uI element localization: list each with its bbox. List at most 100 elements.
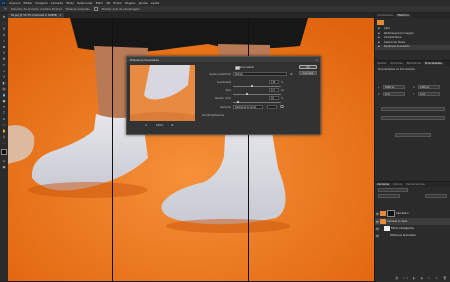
menu-help[interactable]: Ajuda	[151, 1, 160, 5]
app-logo-icon[interactable]: Ps	[1, 0, 6, 6]
menu-window[interactable]: Janela	[139, 1, 148, 5]
noise-slider-handle[interactable]	[237, 100, 239, 103]
menu-type[interactable]: Texto	[66, 1, 74, 5]
filter-mask-thumbnail	[384, 226, 390, 231]
foreground-color-swatch[interactable]	[1, 149, 7, 155]
move-tool-icon[interactable]: ✥	[2, 15, 6, 19]
document-tab-label: Pé.jpg @ 33,3% (Camada 0, RGB/8)	[11, 14, 58, 17]
radius-slider-handle[interactable]	[246, 92, 248, 95]
eraser-tool-icon[interactable]: ◧	[2, 81, 6, 85]
menu-3d[interactable]: 3D	[106, 1, 110, 5]
lasso-tool-icon[interactable]: ʘ	[2, 27, 6, 31]
y-input[interactable]: 0 px	[418, 92, 440, 96]
layer-filter-select[interactable]	[378, 188, 408, 192]
cancel-button[interactable]: Cancelar	[299, 71, 317, 75]
noise-input[interactable]: 10	[269, 96, 279, 100]
properties-field[interactable]	[381, 107, 445, 111]
properties-field[interactable]	[381, 116, 445, 120]
smart-filters-row[interactable]: 👁 Filtros Inteligentes	[375, 225, 450, 232]
marquee-tool-icon[interactable]: ⬚	[2, 21, 6, 25]
path-select-icon[interactable]: ➤	[2, 117, 6, 121]
menu-plugins[interactable]: Plugins	[125, 1, 136, 5]
menu-file[interactable]: Arquivo	[9, 1, 20, 5]
tab-layers[interactable]: Camadas	[375, 183, 392, 186]
quick-mask-icon[interactable]: ◎	[2, 159, 6, 163]
menu-select[interactable]: Selecionar	[77, 1, 93, 5]
zoom-out-icon[interactable]: ⊖	[145, 123, 149, 127]
layer-name: Camada 1	[396, 212, 409, 215]
width-input[interactable]: 1000 px	[383, 85, 405, 89]
smart-filter-item[interactable]: 👁 Diferença Suavizada	[375, 232, 450, 239]
properties-panel: Ajustes Amostras Bibliotecas Propriedade…	[374, 60, 450, 181]
brush-tool-icon[interactable]: ✏	[2, 63, 6, 67]
smart-filter-name: Diferença Suavizada	[390, 234, 416, 237]
amount-slider[interactable]	[233, 85, 281, 87]
sampling-ring-checkbox[interactable]	[93, 7, 98, 11]
menu-layer[interactable]: Camada	[51, 1, 63, 5]
type-tool-icon[interactable]: T	[2, 111, 6, 115]
height-input[interactable]: 1000 px	[418, 85, 440, 89]
tab-swatches[interactable]: Amostras	[388, 62, 404, 65]
eyedropper-icon[interactable]: ✎	[4, 7, 7, 11]
layer-row[interactable]: 👁 Camada 0 cópia	[375, 218, 450, 225]
blur-tool-icon[interactable]: 💧	[2, 93, 6, 97]
visibility-eye-icon[interactable]: 👁	[375, 234, 380, 238]
history-brush-icon[interactable]: ↺	[2, 75, 6, 79]
rectangle-tool-icon[interactable]: ▭	[2, 123, 6, 127]
quick-select-icon[interactable]: ⊘	[2, 33, 6, 37]
tab-history[interactable]: Histórico	[395, 14, 411, 17]
close-icon[interactable]: ×	[59, 14, 61, 17]
frame-tool-icon[interactable]: ⊠	[2, 45, 6, 49]
radius-input[interactable]: 4,3	[269, 88, 279, 92]
filter-preview[interactable]	[130, 65, 195, 121]
preset-select[interactable]: Padrão	[233, 72, 287, 76]
close-icon[interactable]: ×	[315, 58, 318, 62]
more-tools-icon[interactable]: ⋯	[2, 141, 6, 145]
visibility-eye-icon[interactable]: 👁	[375, 227, 380, 231]
layer-row[interactable]: 👁 Camada 1	[375, 210, 450, 217]
gradient-tool-icon[interactable]: ▤	[2, 87, 6, 91]
crop-tool-icon[interactable]: ⌗	[2, 39, 6, 43]
tab-paths[interactable]: Demarcadores	[404, 183, 427, 186]
opacity-input[interactable]	[425, 194, 447, 198]
sample-layers-select[interactable]: Todas as Camadas	[66, 8, 90, 11]
properties-button[interactable]	[395, 133, 431, 137]
history-snapshot-thumb[interactable]	[377, 20, 384, 25]
guide-line[interactable]	[112, 18, 113, 281]
tab-libraries[interactable]: Bibliotecas	[405, 62, 423, 65]
zoom-in-icon[interactable]: ⊕	[171, 123, 175, 127]
angle-input[interactable]	[267, 105, 277, 109]
tab-channels[interactable]: Canais	[391, 183, 404, 186]
zoom-tool-icon[interactable]: ⚲	[2, 135, 6, 139]
preset-label: Ajuste predefinido	[209, 73, 231, 76]
x-input[interactable]: 0 px	[383, 92, 405, 96]
menu-edit[interactable]: Editar	[23, 1, 32, 5]
amount-input[interactable]: 132	[269, 80, 279, 84]
radius-slider[interactable]	[233, 93, 281, 95]
radius-label: Raio	[225, 89, 231, 92]
amount-slider-handle[interactable]	[251, 84, 253, 87]
remove-select[interactable]: Desfoque de lente	[233, 105, 263, 109]
noise-slider[interactable]	[233, 101, 281, 103]
tab-properties[interactable]: Propriedades	[422, 62, 444, 65]
layers-footer-icons[interactable]: ⛓ fx ◐ ◑ ▭ ＋ 🗑	[395, 276, 448, 280]
blend-mode-select[interactable]	[378, 194, 400, 198]
screen-mode-icon[interactable]: ▣	[2, 165, 6, 169]
gear-icon[interactable]: ⚙	[290, 72, 293, 76]
healing-brush-icon[interactable]: ✚	[2, 57, 6, 61]
history-item[interactable]: ▪ Desfoque Suavizado	[375, 45, 450, 50]
eyedropper-tool-icon[interactable]: ✎	[2, 51, 6, 55]
menu-image[interactable]: Imagem	[35, 1, 47, 5]
ok-button[interactable]: OK	[299, 65, 317, 69]
shadows-highlights-toggle[interactable]: Sombras/Realces	[202, 114, 224, 117]
menu-filter[interactable]: Filtro	[96, 1, 103, 5]
tab-adjustments[interactable]: Ajustes	[375, 62, 388, 65]
tab-comments[interactable]: Comentários	[375, 14, 396, 17]
clone-stamp-icon[interactable]: ⊥	[2, 69, 6, 73]
angle-dial-icon[interactable]	[280, 104, 284, 108]
hand-tool-icon[interactable]: ✋	[2, 129, 6, 133]
sample-size-select[interactable]: Tamanho da Amostra: Amostra Pontual	[11, 8, 62, 11]
dodge-tool-icon[interactable]: ●	[2, 99, 6, 103]
pen-tool-icon[interactable]: ✒	[2, 105, 6, 109]
menu-view[interactable]: Exibir	[113, 1, 121, 5]
